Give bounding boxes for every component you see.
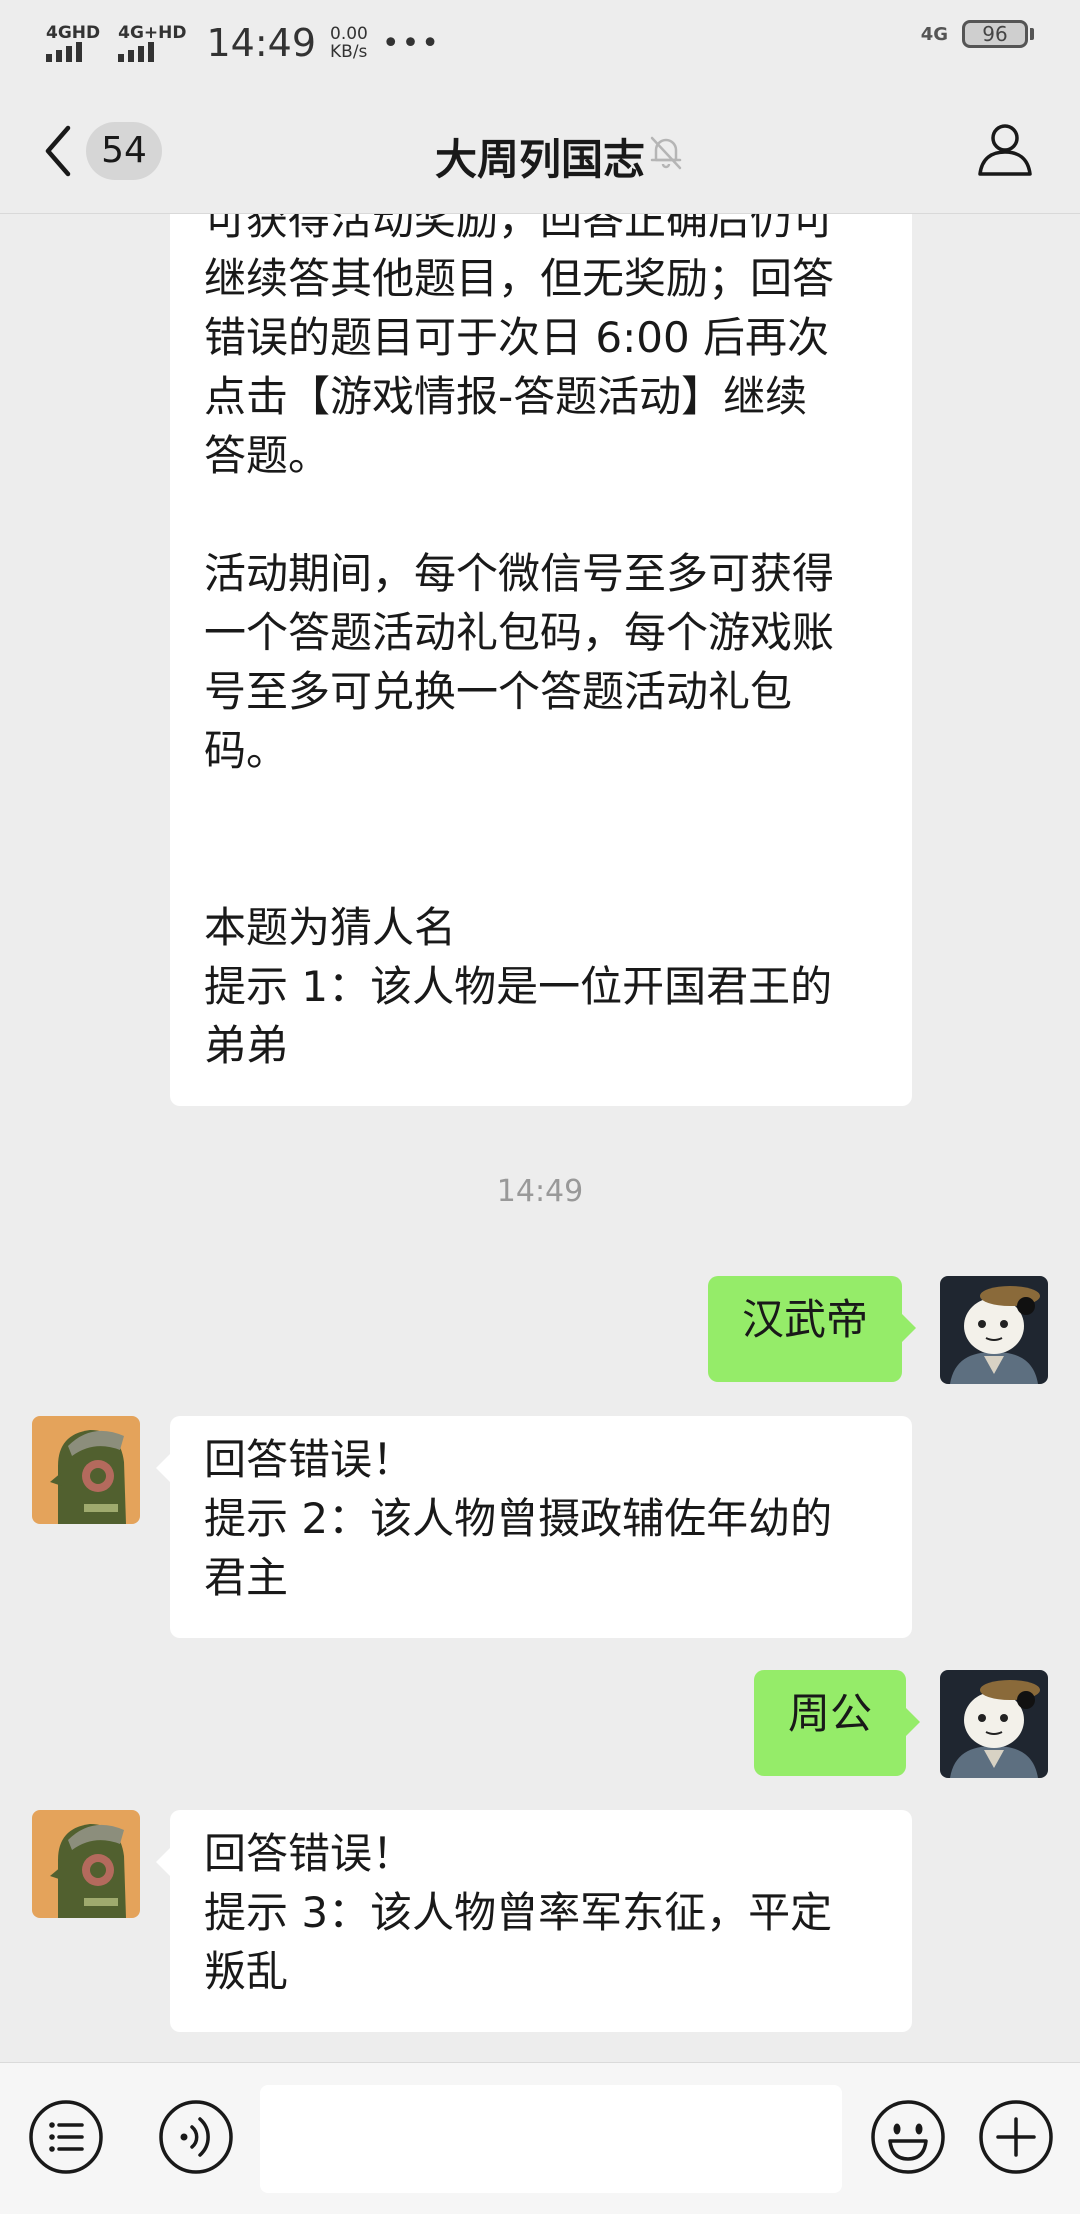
battery-icon: 96: [962, 20, 1034, 48]
chat-header: 54 大周列国志: [0, 90, 1080, 214]
signal-strength-icon: 4GHD: [46, 24, 100, 62]
mute-bell-icon: [650, 136, 682, 170]
avatar-panda-image: [940, 1670, 1048, 1778]
message-input[interactable]: [260, 2085, 842, 2193]
avatar-self[interactable]: [940, 1276, 1048, 1384]
profile-icon[interactable]: [976, 120, 1034, 178]
network-type: 4G: [920, 23, 948, 45]
network-speed: 0.00 KB/s: [330, 25, 368, 61]
speed-value: 0.00: [330, 24, 368, 44]
message-bubble-outgoing[interactable]: 周公: [754, 1670, 921, 1776]
voice-icon[interactable]: [158, 2099, 234, 2175]
avatar-warrior-image: [32, 1416, 140, 1524]
signal-strength-icon: 4G+HD: [118, 23, 187, 62]
avatar-self[interactable]: [940, 1670, 1048, 1778]
signal1-label: 4GHD: [46, 23, 101, 43]
status-time: 14:49: [206, 21, 317, 65]
avatar-official-account[interactable]: [32, 1810, 140, 1918]
status-bar: 4GHD 4G+HD 14:49 0.00 KB/s ••• 4G 96: [0, 0, 1080, 90]
chat-title: 大周列国志: [434, 135, 645, 184]
menu-list-icon[interactable]: [28, 2099, 104, 2175]
message-bubble-incoming[interactable]: 可获得活动奖励，回答正确后仍可 继续答其他题目，但无奖励；回答 错误的题目可于次…: [170, 214, 912, 1106]
avatar-warrior-image: [32, 1810, 140, 1918]
input-bar: [0, 2062, 1080, 2214]
message-bubble-incoming[interactable]: 回答错误！ 提示 2：该人物曾摄政辅佐年幼的 君主: [156, 1416, 912, 1638]
message-bubble-outgoing[interactable]: 汉武帝: [708, 1276, 917, 1382]
message-list[interactable]: 可获得活动奖励，回答正确后仍可 继续答其他题目，但无奖励；回答 错误的题目可于次…: [0, 214, 1080, 2062]
emoji-icon[interactable]: [870, 2099, 946, 2175]
message-timestamp: 14:49: [496, 1174, 584, 1209]
more-notifications-icon: •••: [381, 25, 441, 61]
battery-level: 96: [962, 20, 1028, 48]
avatar-official-account[interactable]: [32, 1416, 140, 1524]
message-bubble-incoming[interactable]: 回答错误！ 提示 3：该人物曾率军东征，平定 叛乱: [156, 1810, 912, 2032]
signal2-label: 4G+HD: [118, 23, 187, 43]
avatar-panda-image: [940, 1276, 1048, 1384]
speed-unit: KB/s: [330, 42, 368, 62]
plus-icon[interactable]: [978, 2099, 1054, 2175]
